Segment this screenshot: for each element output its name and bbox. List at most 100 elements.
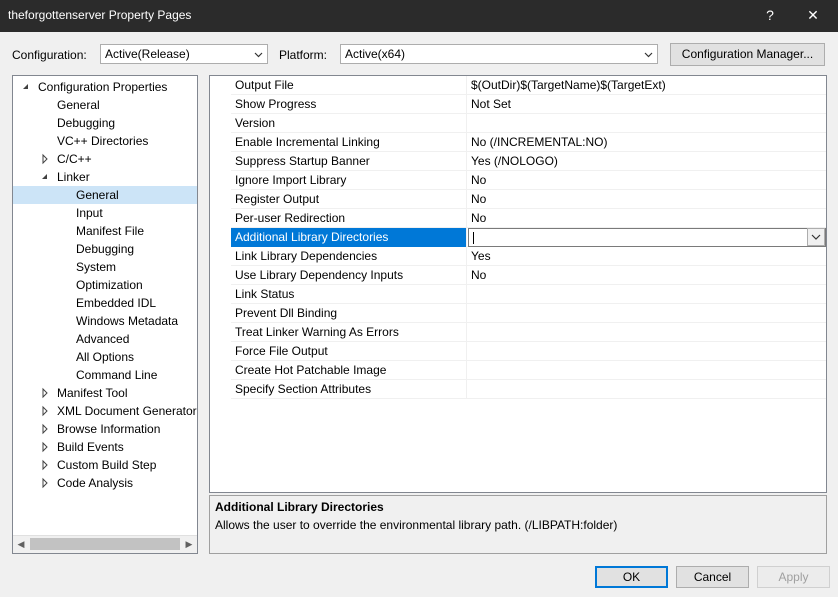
tree-item[interactable]: Configuration Properties: [13, 78, 197, 96]
property-row[interactable]: Ignore Import Library No: [210, 171, 826, 190]
configuration-manager-button[interactable]: Configuration Manager...: [670, 43, 825, 66]
property-name: Suppress Startup Banner: [231, 152, 467, 171]
property-row[interactable]: Enable Incremental Linking No (/INCREMENT…: [210, 133, 826, 152]
tree-item[interactable]: XML Document Generator: [13, 402, 197, 420]
property-row[interactable]: Prevent Dll Binding: [210, 304, 826, 323]
property-row[interactable]: Create Hot Patchable Image: [210, 361, 826, 380]
tree-item[interactable]: Optimization: [13, 276, 197, 294]
property-row[interactable]: Force File Output: [210, 342, 826, 361]
apply-button[interactable]: Apply: [757, 566, 830, 588]
property-name: Prevent Dll Binding: [231, 304, 467, 323]
tree-item[interactable]: General: [13, 96, 197, 114]
property-row[interactable]: Per-user Redirection No: [210, 209, 826, 228]
row-gutter: [210, 190, 231, 209]
close-icon[interactable]: ✕: [800, 5, 826, 25]
property-value: No: [468, 209, 826, 228]
collapsed-triangle-icon[interactable]: [40, 438, 50, 456]
expanded-triangle-icon[interactable]: [21, 78, 31, 96]
tree-item[interactable]: Code Analysis: [13, 474, 197, 492]
configuration-dropdown[interactable]: Active(Release): [100, 44, 268, 64]
property-value: [468, 361, 826, 380]
property-tree[interactable]: ◀ ▶ Configuration Properties General Debug…: [12, 75, 198, 554]
property-value-text: Yes (/NOLOGO): [471, 154, 558, 168]
text-caret: [473, 232, 474, 244]
property-name: Force File Output: [231, 342, 467, 361]
platform-label: Platform:: [279, 48, 328, 62]
tree-item[interactable]: Debugging: [13, 114, 197, 132]
tree-item[interactable]: Input: [13, 204, 197, 222]
tree-item[interactable]: Manifest Tool: [13, 384, 197, 402]
row-gutter: [210, 247, 231, 266]
configuration-label: Configuration:: [12, 48, 87, 62]
tree-item-label: All Options: [76, 350, 135, 364]
property-name: Treat Linker Warning As Errors: [231, 323, 467, 342]
value-dropdown-button[interactable]: [807, 228, 825, 246]
ok-button[interactable]: OK: [595, 566, 668, 588]
expanded-triangle-icon[interactable]: [40, 168, 50, 186]
property-value: [468, 304, 826, 323]
tree-item[interactable]: Custom Build Step: [13, 456, 197, 474]
tree-item[interactable]: Command Line: [13, 366, 197, 384]
property-row[interactable]: Link Library Dependencies Yes: [210, 247, 826, 266]
property-row[interactable]: Suppress Startup Banner Yes (/NOLOGO): [210, 152, 826, 171]
tree-item-label: Windows Metadata: [76, 314, 179, 328]
property-name: Link Library Dependencies: [231, 247, 467, 266]
tree-item-label: Code Analysis: [57, 476, 134, 490]
cancel-button[interactable]: Cancel: [676, 566, 749, 588]
scroll-right-icon[interactable]: ▶: [181, 536, 197, 553]
row-gutter: [210, 304, 231, 323]
tree-item[interactable]: Linker: [13, 168, 197, 186]
tree-item[interactable]: System: [13, 258, 197, 276]
tree-item[interactable]: Embedded IDL: [13, 294, 197, 312]
tree-item[interactable]: VC++ Directories: [13, 132, 197, 150]
tree-horizontal-scrollbar[interactable]: ◀ ▶: [13, 535, 197, 553]
property-row[interactable]: Specify Section Attributes: [210, 380, 826, 399]
property-row[interactable]: Show Progress Not Set: [210, 95, 826, 114]
row-gutter: [210, 209, 231, 228]
tree-item[interactable]: All Options: [13, 348, 197, 366]
tree-item-label: Configuration Properties: [38, 80, 168, 94]
tree-item[interactable]: Advanced: [13, 330, 197, 348]
property-value-text: No: [471, 192, 487, 206]
help-icon[interactable]: ?: [760, 5, 780, 25]
property-value: [468, 342, 826, 361]
property-value-editor[interactable]: [468, 228, 826, 247]
tree-item[interactable]: Build Events: [13, 438, 197, 456]
tree-item[interactable]: Windows Metadata: [13, 312, 197, 330]
tree-item[interactable]: Manifest File: [13, 222, 197, 240]
tree-item[interactable]: General: [13, 186, 197, 204]
collapsed-triangle-icon[interactable]: [40, 456, 50, 474]
property-value: No: [468, 190, 826, 209]
collapsed-triangle-icon[interactable]: [40, 402, 50, 420]
property-value: [468, 323, 826, 342]
property-value: [468, 380, 826, 399]
collapsed-triangle-icon[interactable]: [40, 150, 50, 168]
collapsed-triangle-icon[interactable]: [40, 474, 50, 492]
collapsed-triangle-icon[interactable]: [40, 420, 50, 438]
collapsed-triangle-icon[interactable]: [40, 384, 50, 402]
platform-value: Active(x64): [345, 47, 406, 61]
platform-dropdown[interactable]: Active(x64): [340, 44, 658, 64]
property-row[interactable]: Version: [210, 114, 826, 133]
scrollbar-thumb[interactable]: [30, 538, 180, 550]
property-row[interactable]: Register Output No: [210, 190, 826, 209]
tree-item[interactable]: Browse Information: [13, 420, 197, 438]
property-row[interactable]: Treat Linker Warning As Errors: [210, 323, 826, 342]
property-row[interactable]: Link Status: [210, 285, 826, 304]
property-grid[interactable]: Output File $(OutDir)$(TargetName)$(Targe…: [209, 75, 827, 493]
scroll-left-icon[interactable]: ◀: [13, 536, 29, 553]
property-row[interactable]: Use Library Dependency Inputs No: [210, 266, 826, 285]
property-row[interactable]: Output File $(OutDir)$(TargetName)$(Targe…: [210, 76, 826, 95]
property-value: Yes: [468, 247, 826, 266]
chevron-down-icon: [254, 52, 263, 58]
tree-item[interactable]: Debugging: [13, 240, 197, 258]
chevron-down-icon: [644, 52, 653, 58]
property-row[interactable]: Additional Library Directories: [210, 228, 826, 247]
tree-item[interactable]: C/C++: [13, 150, 197, 168]
